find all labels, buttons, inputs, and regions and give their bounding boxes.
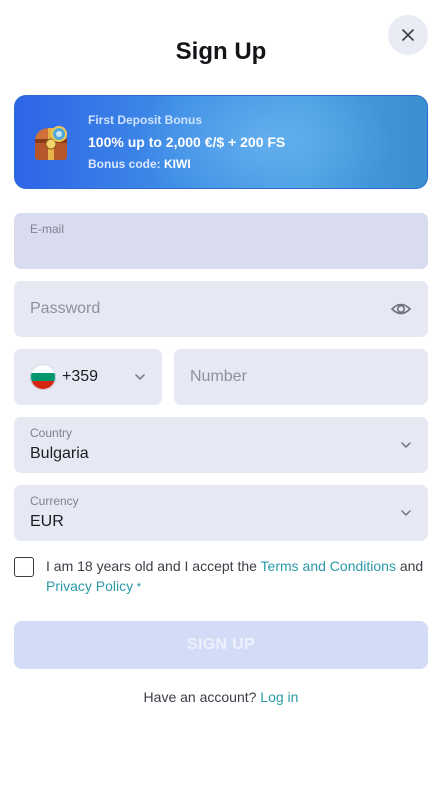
bonus-code-label: Bonus code: (88, 157, 165, 171)
chevron-down-icon (401, 442, 411, 448)
number-placeholder: Number (190, 368, 247, 385)
password-placeholder: Password (30, 300, 101, 317)
currency-value: EUR (30, 513, 64, 530)
country-select[interactable]: Country Bulgaria (14, 417, 428, 473)
terms-prefix: I am 18 years old and I accept the (46, 558, 261, 574)
treasure-chest-icon (35, 126, 67, 160)
currency-label: Currency (30, 494, 79, 508)
bonus-code: KIWI (164, 157, 191, 171)
login-prompt-text: Have an account? (143, 689, 261, 705)
phone-number-input[interactable]: Number (174, 349, 428, 405)
email-label: E-mail (30, 222, 65, 236)
phone-code-value: +359 (62, 368, 99, 385)
country-value: Bulgaria (30, 445, 89, 462)
currency-select[interactable]: Currency EUR (14, 485, 428, 541)
phone-country-code-select[interactable]: +359 (14, 349, 162, 405)
required-mark: * (133, 580, 142, 594)
terms-link[interactable]: Terms and Conditions (261, 558, 396, 574)
email-field[interactable]: E-mail (14, 213, 428, 269)
password-field[interactable]: Password (14, 281, 428, 337)
bonus-code-line: Bonus code: KIWI (88, 157, 191, 171)
country-label: Country (30, 426, 73, 440)
chevron-down-icon (401, 510, 411, 516)
eye-icon[interactable] (390, 298, 412, 320)
chevron-down-icon (135, 374, 145, 380)
terms-checkbox[interactable] (14, 557, 34, 577)
bonus-offer: 100% up to 2,000 €/$ + 200 FS (88, 134, 286, 150)
bonus-heading: First Deposit Bonus (88, 113, 203, 127)
terms-text: I am 18 years old and I accept the Terms… (46, 556, 430, 597)
login-prompt: Have an account? Log in (0, 689, 442, 705)
page-title: Sign Up (175, 38, 267, 65)
terms-middle: and (395, 558, 424, 574)
sign-up-button[interactable]: SIGN UP (14, 621, 428, 669)
privacy-link[interactable]: Privacy Policy (46, 578, 133, 594)
login-link[interactable]: Log in (260, 689, 298, 705)
bulgaria-flag-icon (30, 364, 56, 390)
bonus-banner: First Deposit Bonus 100% up to 2,000 €/$… (14, 95, 428, 189)
